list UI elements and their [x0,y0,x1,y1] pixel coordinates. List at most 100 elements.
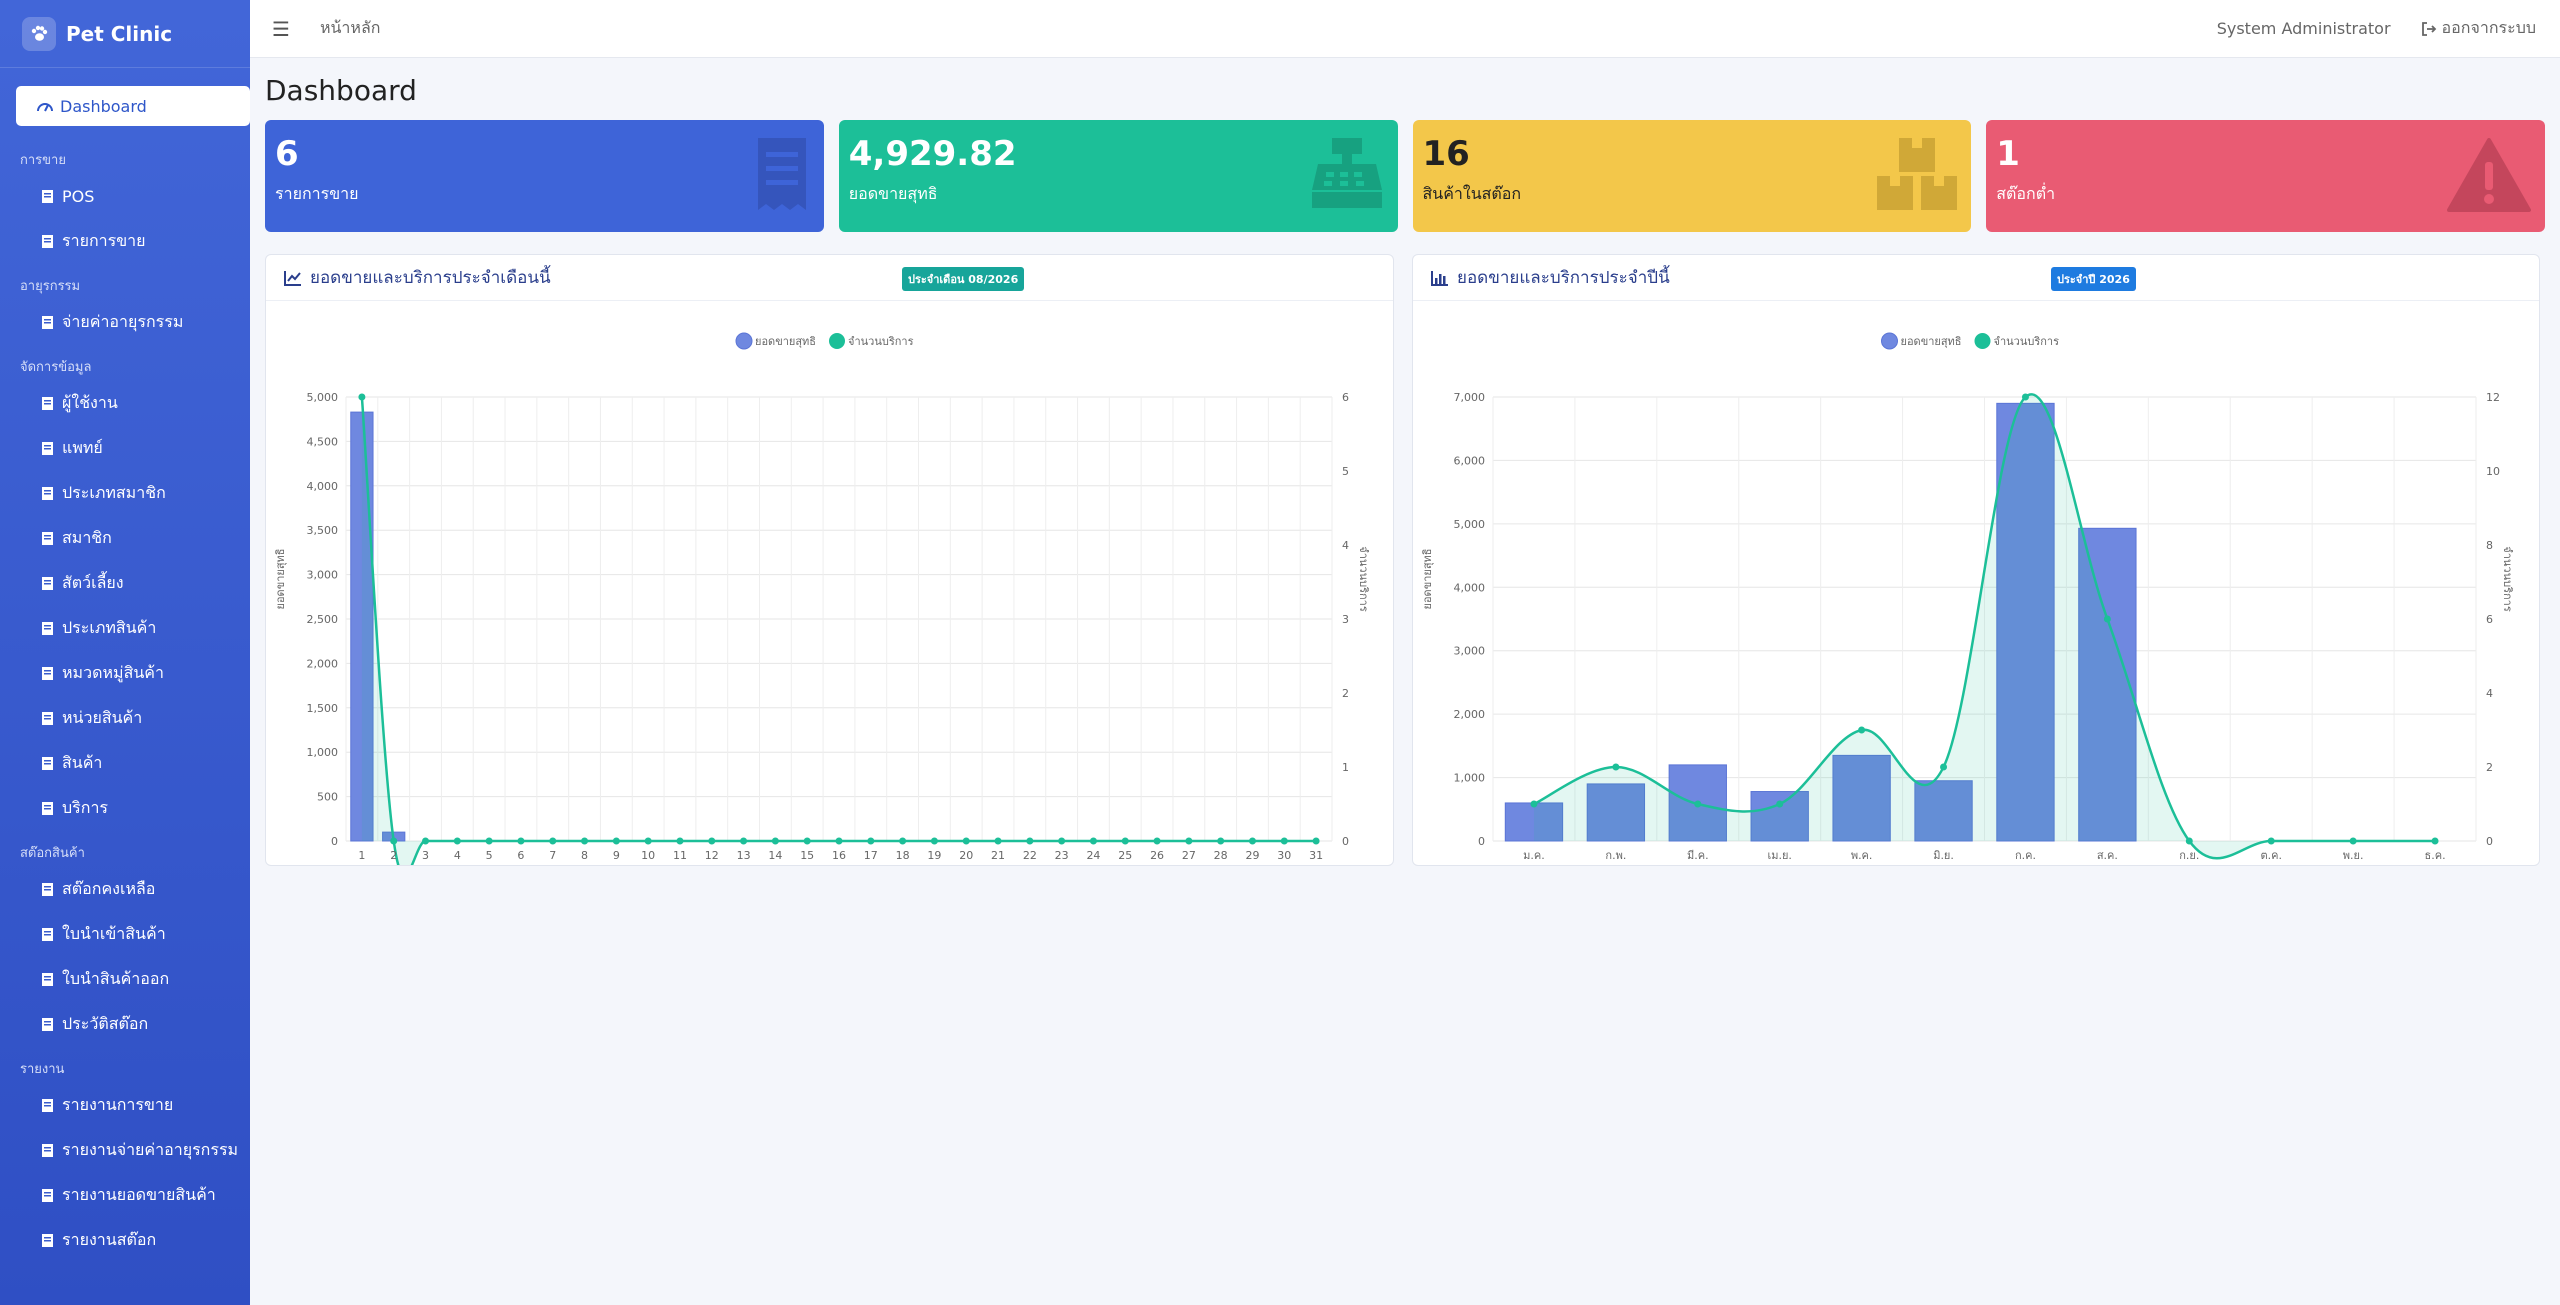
x-tick-label: 23 [1055,849,1069,862]
sidebar-item-report-stock[interactable]: รายงานสต๊อก [0,1218,250,1263]
x-tick-label: 8 [581,849,588,862]
sidebar-item-doctors[interactable]: แพทย์ [0,426,250,471]
sidebar-item-treatment-payment[interactable]: จ่ายค่าอายุรกรรม [0,300,250,345]
line-point [2349,837,2357,845]
sidebar-item-label: ผู้ใช้งาน [62,393,118,412]
line-point [1858,726,1866,734]
x-tick-label: 28 [1214,849,1228,862]
paw-icon [36,576,58,591]
y2-axis-title: จำนวนบริการ [1357,546,1370,612]
logout-button[interactable]: ออกจากระบบ [2421,16,2536,41]
x-tick-label: ก.ค. [2015,849,2036,862]
brand[interactable]: Pet Clinic [0,0,250,68]
sidebar-item-members[interactable]: สมาชิก [0,516,250,561]
sidebar-item-pos[interactable]: POS [0,174,250,219]
cash-register-icon [1310,138,1384,212]
sidebar-item-report-treatment[interactable]: รายงานจ่ายค่าอายุรกรรม [0,1128,250,1173]
sidebar-item-label: ใบนำเข้าสินค้า [62,924,166,943]
sidebar-item-label: ประวัติสต๊อก [62,1014,149,1033]
line-point [962,837,970,845]
sidebar-item-pets[interactable]: สัตว์เลี้ยง [0,561,250,606]
stat-label: รายการขาย [275,184,359,203]
sidebar-item-services[interactable]: บริการ [0,786,250,831]
x-tick-label: 17 [864,849,878,862]
sidebar-item-label: สต๊อกคงเหลือ [62,879,156,898]
line-point [1217,837,1225,845]
sidebar-item-label: หมวดหมู่สินค้า [62,663,164,682]
x-tick-label: ส.ค. [2097,849,2118,862]
yearly-chart-panel: ยอดขายและบริการประจำปีนี้ ประจำปี 2026 0… [1412,254,2540,866]
sidebar-item-users[interactable]: ผู้ใช้งาน [0,381,250,426]
line-point [2185,837,2193,845]
x-tick-label: 22 [1023,849,1037,862]
x-tick-label: ต.ค. [2260,849,2282,862]
user-name[interactable]: System Administrator [2217,19,2391,38]
line-point [835,837,843,845]
sidebar-item-label: รายงานยอดขายสินค้า [62,1185,216,1204]
x-tick-label: ม.ค. [1523,849,1545,862]
y2-tick-label: 4 [1342,539,1349,552]
sidebar-item-label: สินค้า [62,753,103,772]
x-tick-label: เม.ย. [1767,849,1791,862]
x-tick-label: มิ.ย. [1933,849,1954,862]
sidebar-item-label: หน่วยสินค้า [62,708,143,727]
sidebar-item-member-types[interactable]: ประเภทสมาชิก [0,471,250,516]
sidebar-item-product-categories[interactable]: หมวดหมู่สินค้า [0,651,250,696]
sidebar-item-stock-history[interactable]: ประวัติสต๊อก [0,1002,250,1047]
stat-card-net-sales[interactable]: 4,929.82 ยอดขายสุทธิ [838,120,1398,232]
chart-panels: ยอดขายและบริการประจำเดือนนี้ ประจำเดือน … [265,254,2545,866]
y-tick-label: 0 [1478,835,1485,848]
line-point [1694,800,1702,808]
sidebar-item-dashboard[interactable]: Dashboard [16,86,250,126]
y2-tick-label: 3 [1342,613,1349,626]
stat-card-low-stock[interactable]: 1 สต๊อกต่ำ [1986,120,2545,232]
stat-cards: 6 รายการขาย 4,929.82 ยอดขายสุทธิ 16 สินค… [265,120,2545,232]
stat-card-sales-count[interactable]: 6 รายการขาย [265,120,824,232]
x-tick-label: 15 [800,849,814,862]
line-point [1280,837,1288,845]
layers-icon [36,666,58,681]
line-point [2431,837,2439,845]
panel-title: ยอดขายและบริการประจำปีนี้ [1457,268,1670,288]
line-point [422,837,430,845]
y-tick-label: 5,000 [307,391,339,404]
line-chart-icon [284,270,302,286]
panel-title: ยอดขายและบริการประจำเดือนนี้ [310,268,551,288]
x-tick-label: 26 [1150,849,1164,862]
y-tick-label: 3,500 [307,524,339,537]
sidebar-item-report-sales[interactable]: รายงานการขาย [0,1083,250,1128]
sidebar-item-report-product-sales[interactable]: รายงานยอดขายสินค้า [0,1173,250,1218]
x-tick-label: 2 [390,849,397,862]
legend-swatch [829,333,845,349]
x-tick-label: 31 [1309,849,1323,862]
stat-card-stock-items[interactable]: 16 สินค้าในสต๊อก [1412,120,1972,232]
nav-home-link[interactable]: หน้าหลัก [320,16,381,41]
sidebar-item-product-units[interactable]: หน่วยสินค้า [0,696,250,741]
users-icon [36,396,58,411]
legend-swatch [1974,333,1991,349]
receipt-icon [754,138,810,214]
x-tick-label: 6 [517,849,524,862]
line-point [644,837,652,845]
monthly-chart-panel: ยอดขายและบริการประจำเดือนนี้ ประจำเดือน … [265,254,1394,866]
tags-icon [36,621,58,636]
line-point [930,837,938,845]
x-tick-label: 13 [737,849,751,862]
sidebar-item-stock-out[interactable]: ใบนำสินค้าออก [0,957,250,1002]
y-tick-label: 1,500 [307,702,339,715]
line-point [549,837,557,845]
y2-tick-label: 6 [1342,391,1349,404]
sidebar-item-products[interactable]: สินค้า [0,741,250,786]
y2-tick-label: 0 [2486,835,2493,848]
sidebar-item-sales-list[interactable]: รายการขาย [0,219,250,264]
sidebar-item-stock-balance[interactable]: สต๊อกคงเหลือ [0,867,250,912]
paw-icon [22,16,56,51]
hamburger-menu-icon[interactable]: ☰ [272,17,290,41]
sidebar-item-label: รายการขาย [62,231,146,250]
line-point [390,837,398,845]
sidebar-item-stock-in[interactable]: ใบนำเข้าสินค้า [0,912,250,957]
x-tick-label: มี.ค. [1687,849,1709,862]
page-title: Dashboard [265,74,417,107]
x-tick-label: 24 [1086,849,1100,862]
sidebar-item-product-types[interactable]: ประเภทสินค้า [0,606,250,651]
